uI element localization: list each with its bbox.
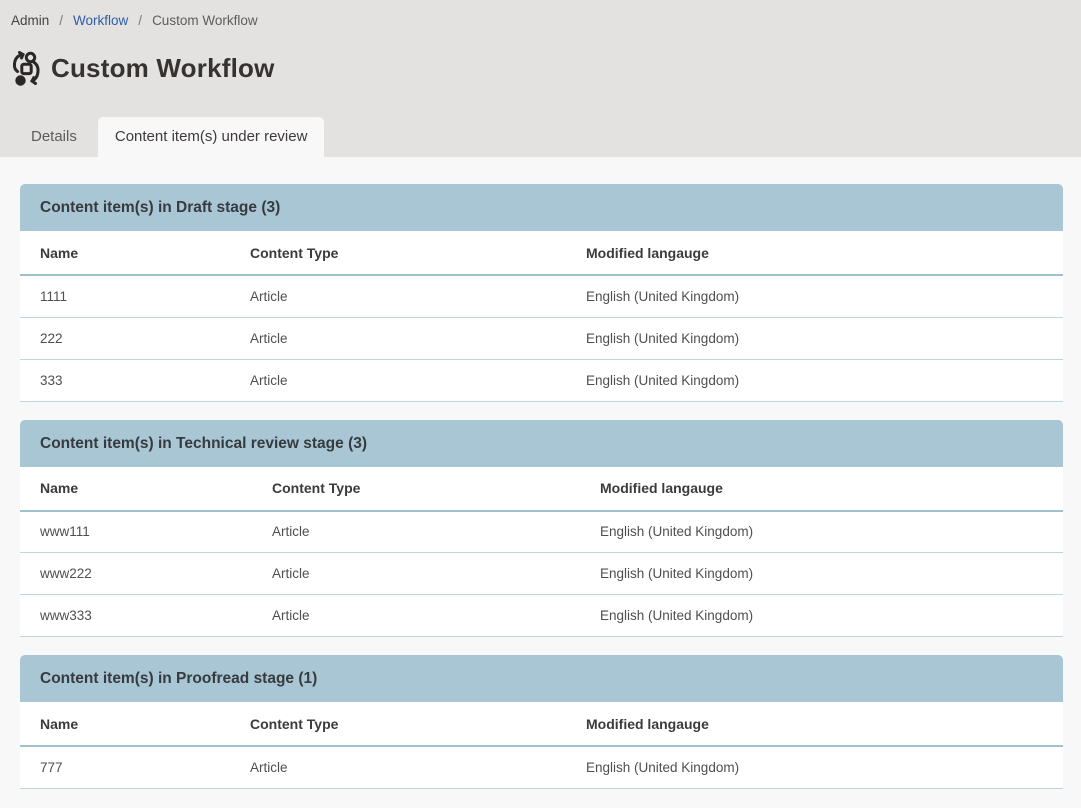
- stage-section-header: Content item(s) in Draft stage (3): [20, 184, 1063, 231]
- table-cell: English (United Kingdom): [600, 553, 1063, 595]
- stage-section-title: Content item(s) in Technical review stag…: [40, 435, 367, 452]
- column-header-modified-langauge: Modified langauge: [600, 467, 1063, 511]
- table-cell: English (United Kingdom): [586, 746, 1063, 788]
- table-cell: Article: [250, 275, 586, 317]
- content-area: Content item(s) in Draft stage (3) NameC…: [0, 157, 1081, 789]
- table-header-row: NameContent TypeModified langauge: [20, 702, 1063, 746]
- table-row: www333ArticleEnglish (United Kingdom): [20, 595, 1063, 637]
- table-cell: www222: [20, 553, 272, 595]
- column-header-name: Name: [20, 467, 272, 511]
- stage-section-header: Content item(s) in Proofread stage (1): [20, 655, 1063, 702]
- table-row: 777ArticleEnglish (United Kingdom): [20, 746, 1063, 788]
- tab-bar: DetailsContent item(s) under review: [10, 117, 324, 157]
- table-cell: English (United Kingdom): [586, 317, 1063, 359]
- table-header-row: NameContent TypeModified langauge: [20, 231, 1063, 275]
- column-header-modified-langauge: Modified langauge: [586, 231, 1063, 275]
- table-row: www111ArticleEnglish (United Kingdom): [20, 511, 1063, 553]
- table-cell: Article: [250, 317, 586, 359]
- table-cell: www111: [20, 511, 272, 553]
- stage-section: Content item(s) in Technical review stag…: [20, 420, 1063, 638]
- stage-section-title: Content item(s) in Proofread stage (1): [40, 670, 317, 687]
- table-cell: 333: [20, 359, 250, 401]
- table-row: 1111ArticleEnglish (United Kingdom): [20, 275, 1063, 317]
- page-title: Custom Workflow: [51, 53, 275, 84]
- breadcrumb: Admin / Workflow / Custom Workflow: [0, 0, 1081, 28]
- stage-section-header: Content item(s) in Technical review stag…: [20, 420, 1063, 467]
- breadcrumb-item-admin: Admin: [11, 13, 49, 28]
- column-header-content-type: Content Type: [250, 231, 586, 275]
- content-items-table: NameContent TypeModified langauge 1111Ar…: [20, 231, 1063, 402]
- breadcrumb-item-workflow[interactable]: Workflow: [73, 13, 128, 28]
- column-header-modified-langauge: Modified langauge: [586, 702, 1063, 746]
- page-title-row: Custom Workflow: [10, 50, 1081, 87]
- table-cell: English (United Kingdom): [600, 511, 1063, 553]
- table-header-row: NameContent TypeModified langauge: [20, 467, 1063, 511]
- table-cell: Article: [250, 359, 586, 401]
- table-cell: www333: [20, 595, 272, 637]
- table-cell: Article: [272, 511, 600, 553]
- stage-section: Content item(s) in Proofread stage (1) N…: [20, 655, 1063, 789]
- table-cell: English (United Kingdom): [600, 595, 1063, 637]
- table-row: 222ArticleEnglish (United Kingdom): [20, 317, 1063, 359]
- table-cell: English (United Kingdom): [586, 275, 1063, 317]
- table-cell: 1111: [20, 275, 250, 317]
- page-header: Admin / Workflow / Custom Workflow Custom Wo…: [0, 0, 1081, 157]
- breadcrumb-item-custom-workflow: Custom Workflow: [152, 13, 258, 28]
- breadcrumb-separator: /: [138, 13, 142, 28]
- table-row: 333ArticleEnglish (United Kingdom): [20, 359, 1063, 401]
- content-items-table: NameContent TypeModified langauge www111…: [20, 467, 1063, 638]
- table-cell: Article: [250, 746, 586, 788]
- tab-details[interactable]: Details: [10, 117, 98, 157]
- table-cell: Article: [272, 595, 600, 637]
- column-header-content-type: Content Type: [272, 467, 600, 511]
- workflow-icon: [10, 50, 42, 87]
- content-items-table: NameContent TypeModified langauge 777Art…: [20, 702, 1063, 789]
- breadcrumb-separator: /: [59, 13, 63, 28]
- column-header-name: Name: [20, 231, 250, 275]
- table-row: www222ArticleEnglish (United Kingdom): [20, 553, 1063, 595]
- table-cell: Article: [272, 553, 600, 595]
- table-cell: 777: [20, 746, 250, 788]
- table-cell: English (United Kingdom): [586, 359, 1063, 401]
- column-header-content-type: Content Type: [250, 702, 586, 746]
- stage-section: Content item(s) in Draft stage (3) NameC…: [20, 184, 1063, 402]
- table-cell: 222: [20, 317, 250, 359]
- stage-section-title: Content item(s) in Draft stage (3): [40, 199, 280, 216]
- column-header-name: Name: [20, 702, 250, 746]
- tab-content-item-s-under-review[interactable]: Content item(s) under review: [98, 117, 325, 157]
